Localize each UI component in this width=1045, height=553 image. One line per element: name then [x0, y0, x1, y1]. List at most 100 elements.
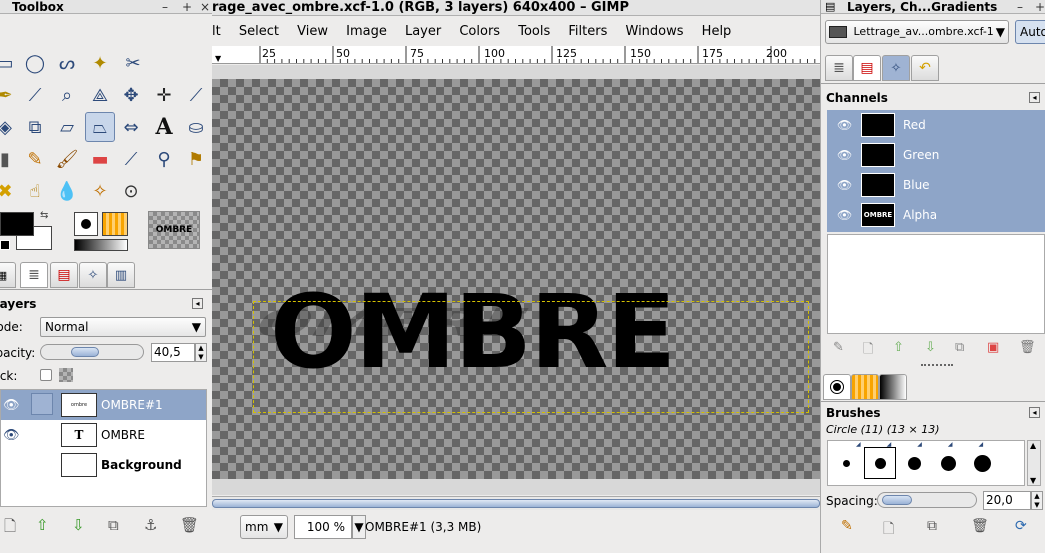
image-selector[interactable]: Lettrage_av...ombre.xcf-1 ▼ [825, 20, 1009, 44]
opacity-slider-handle[interactable] [71, 347, 99, 357]
delete-layer-icon[interactable]: 🗑 [180, 516, 199, 534]
rotate-icon[interactable]: ◈ [0, 112, 20, 142]
channel-row[interactable]: 👁 Green [827, 140, 1045, 170]
tab-brushes[interactable] [823, 374, 851, 400]
menu-tools[interactable]: Tools [518, 24, 550, 39]
brush-preview[interactable] [74, 212, 98, 236]
layer-row[interactable]: Background [1, 450, 206, 480]
perspective-icon[interactable]: ⏢ [85, 112, 115, 142]
tab-layers[interactable]: ≣ [825, 55, 853, 81]
menu-view[interactable]: View [297, 24, 328, 39]
tab-histogram[interactable]: ▥ [107, 262, 135, 288]
blend-icon[interactable]: ▮ [0, 144, 20, 174]
tab-paths[interactable]: ✧ [882, 55, 910, 81]
zoom-dropdown[interactable]: ▼ [352, 515, 366, 539]
raise-channel-icon[interactable]: ⇧ [893, 340, 904, 355]
menu-select[interactable]: Select [239, 24, 279, 39]
zoom-icon[interactable]: ⌕ [52, 80, 82, 110]
active-image-preview[interactable]: OMBRE [148, 211, 200, 249]
lock-alpha-checkbox[interactable] [40, 369, 52, 381]
eye-icon[interactable]: 👁 [837, 118, 852, 132]
opacity-slider[interactable] [40, 344, 144, 360]
maximize-icon[interactable]: + [182, 0, 192, 13]
ink-icon[interactable]: ⚲ [149, 144, 179, 174]
brush-cell[interactable] [932, 447, 964, 479]
eye-icon[interactable]: 👁 [3, 398, 20, 413]
duplicate-brush-icon[interactable]: ⧉ [927, 518, 937, 534]
smudge-icon[interactable]: ☝ [20, 176, 50, 206]
auto-button[interactable]: Auto [1015, 20, 1045, 44]
raise-layer-icon[interactable]: ⇧ [36, 516, 49, 534]
panel-menu-icon[interactable]: ◂ [1029, 92, 1040, 103]
rect-select-icon[interactable]: ▭ [0, 48, 20, 78]
tab-layers[interactable]: ≣ [20, 262, 48, 288]
tab-undo[interactable]: ↶ [911, 55, 939, 81]
brush-cell[interactable] [898, 447, 930, 479]
canvas-area[interactable]: OMBRE OMBRE [212, 65, 820, 495]
align-icon[interactable]: ✛ [149, 80, 179, 110]
gradient-preview[interactable] [74, 239, 128, 251]
layer-row[interactable]: 👁 ombre OMBRE#1 [1, 390, 206, 420]
horizontal-scrollbar[interactable] [212, 496, 820, 510]
minimize-icon[interactable]: – [162, 0, 168, 13]
spacing-slider[interactable] [877, 492, 977, 508]
heal-icon[interactable]: ✖ [0, 176, 20, 206]
layer-name[interactable]: Background [101, 458, 182, 472]
menu-edit[interactable]: lt [212, 24, 221, 39]
scale-icon[interactable]: ⧉ [20, 112, 50, 142]
image-canvas[interactable]: OMBRE OMBRE [212, 79, 820, 479]
spacing-slider-handle[interactable] [882, 495, 912, 505]
tab-channels[interactable]: ▤ [853, 55, 881, 81]
brush-scrollbar[interactable]: ▲ ▼ [1027, 440, 1041, 486]
horizontal-ruler[interactable]: ▼ 25 50 75 100 125 150 175 200 [212, 46, 820, 64]
new-layer-icon[interactable]: 🗋 [4, 516, 16, 541]
minimize-icon[interactable]: – [1017, 0, 1023, 13]
lower-channel-icon[interactable]: ⇩ [925, 340, 936, 355]
dock-titlebar[interactable]: ▤ Layers, Ch...Gradients – + [821, 0, 1045, 14]
fuzzy-select-icon[interactable]: ✦ [85, 48, 115, 78]
swap-colors-icon[interactable]: ⇆ [40, 210, 48, 221]
scrollbar-thumb[interactable] [212, 499, 820, 508]
brush-cell-selected[interactable] [864, 447, 896, 479]
layer-row[interactable]: 👁 T OMBRE [1, 420, 206, 450]
tab-patterns[interactable] [851, 374, 879, 400]
eye-icon[interactable]: 👁 [3, 428, 20, 443]
close-icon[interactable]: × [200, 0, 210, 13]
eraser-icon[interactable]: ▬ [85, 144, 115, 174]
shear-icon[interactable]: ▱ [52, 112, 82, 142]
chain-toggle[interactable] [31, 393, 53, 415]
dock-separator[interactable] [921, 364, 953, 368]
dodge-burn-icon[interactable]: ✧ [85, 176, 115, 206]
tab-tool-options[interactable]: ▦ [0, 262, 16, 288]
spacing-spin-button[interactable]: ▲ ▼ [1031, 491, 1043, 510]
edit-channel-icon[interactable]: ✎ [833, 340, 844, 355]
airbrush-icon[interactable]: ⟋ [116, 144, 146, 174]
eye-icon[interactable]: 👁 [837, 148, 852, 162]
edit-brush-icon[interactable]: ✎ [841, 518, 853, 534]
paths-icon[interactable]: ✒ [0, 80, 20, 110]
delete-channel-icon[interactable]: 🗑 [1019, 340, 1036, 355]
menu-windows[interactable]: Windows [626, 24, 684, 39]
new-channel-icon[interactable]: 🗋 [863, 340, 873, 362]
duplicate-layer-icon[interactable]: ⧉ [108, 516, 119, 534]
free-select-icon[interactable]: ᔕ [52, 48, 82, 78]
maximize-icon[interactable]: + [1035, 0, 1045, 13]
ellipse-select-icon[interactable]: ◯ [20, 48, 50, 78]
brush-cell[interactable] [830, 447, 862, 479]
convolve-icon[interactable]: ⊙ [116, 176, 146, 206]
unit-select[interactable]: mm ▼ [240, 515, 288, 539]
text-tool-icon[interactable]: A [149, 112, 179, 142]
layer-name[interactable]: OMBRE#1 [101, 398, 163, 412]
tab-gradients[interactable] [879, 374, 907, 400]
tab-paths[interactable]: ✧ [79, 262, 107, 288]
move-icon[interactable]: ✥ [116, 80, 146, 110]
anchor-layer-icon[interactable]: ⚓ [144, 516, 157, 534]
zoom-input[interactable]: 100 % [294, 515, 352, 539]
color-picker-icon[interactable]: ⟋ [20, 80, 50, 110]
opacity-spin-button[interactable]: ▲ ▼ [195, 343, 207, 362]
pattern-preview[interactable] [102, 212, 128, 236]
refresh-brushes-icon[interactable]: ⟳ [1015, 518, 1027, 534]
default-colors-icon[interactable] [0, 240, 10, 250]
channel-to-selection-icon[interactable]: ▣ [987, 340, 999, 355]
scissors-icon[interactable]: ✂ [118, 48, 148, 78]
